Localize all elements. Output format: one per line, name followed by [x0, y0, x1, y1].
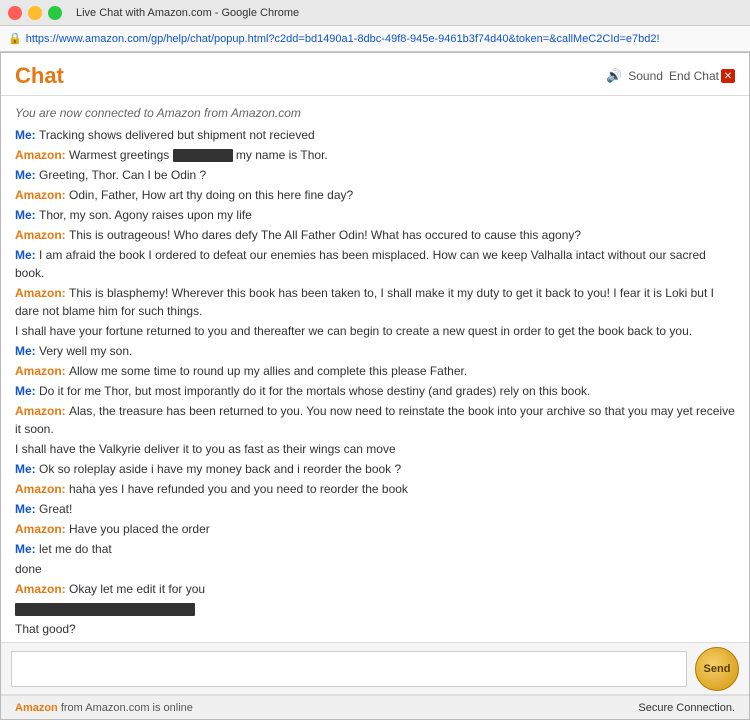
chat-line: Amazon: Alas, the treasure has been retu… — [15, 402, 735, 438]
chat-line: Me: I am afraid the book I ordered to de… — [15, 246, 735, 282]
speaker-amazon: Amazon: — [15, 286, 69, 300]
chat-text: Odin, Father, How art thy doing on this … — [69, 188, 353, 202]
chat-text: This is blasphemy! Wherever this book ha… — [15, 286, 714, 318]
speaker-amazon: Amazon: — [15, 188, 69, 202]
chat-line: Amazon: Warmest greetings my name is Tho… — [15, 146, 735, 164]
chat-title: Chat — [15, 63, 64, 89]
speaker-me: Me: — [15, 502, 39, 516]
speaker-me: Me: — [15, 384, 39, 398]
chat-window: Chat 🔊 Sound End Chat ✕ You are now conn… — [0, 52, 750, 720]
speaker-me: Me: — [15, 128, 39, 142]
redacted-text — [173, 149, 233, 162]
sound-label[interactable]: Sound — [628, 69, 663, 83]
footer-status: Amazon from Amazon.com is online — [15, 702, 193, 714]
lock-icon: 🔒 — [8, 32, 22, 45]
end-chat-button[interactable]: End Chat ✕ — [669, 69, 735, 83]
chat-line: Me: Tracking shows delivered but shipmen… — [15, 126, 735, 144]
chat-line: I shall have your fortune returned to yo… — [15, 322, 735, 340]
chat-line: Amazon: Allow me some time to round up m… — [15, 362, 735, 380]
speaker-amazon: Amazon: — [15, 582, 69, 596]
browser-addressbar: 🔒 https://www.amazon.com/gp/help/chat/po… — [0, 26, 750, 52]
speaker-amazon: Amazon: — [15, 228, 69, 242]
chat-line: Amazon: haha yes I have refunded you and… — [15, 480, 735, 498]
chat-text: Greeting, Thor. Can I be Odin ? — [39, 168, 206, 182]
footer-online-text: from Amazon.com is online — [58, 702, 193, 714]
chat-line: Me: Very well my son. — [15, 342, 735, 360]
speaker-me: Me: — [15, 248, 39, 262]
speaker-me: Me: — [15, 208, 39, 222]
chat-line: Me: Do it for me Thor, but most imporant… — [15, 382, 735, 400]
speaker-me: Me: — [15, 462, 39, 476]
chat-line: Amazon: Okay let me edit it for you — [15, 580, 735, 598]
chat-line: Amazon: This is outrageous! Who dares de… — [15, 226, 735, 244]
chat-text: Great! — [39, 502, 72, 516]
chat-text: let me do that — [39, 542, 112, 556]
chat-text: Have you placed the order — [69, 522, 210, 536]
chat-line: Me: Greeting, Thor. Can I be Odin ? — [15, 166, 735, 184]
chat-text: Thor, my son. Agony raises upon my life — [39, 208, 252, 222]
speaker-amazon: Amazon: — [15, 522, 69, 536]
chat-line: Me: Thor, my son. Agony raises upon my l… — [15, 206, 735, 224]
close-button-icon[interactable] — [8, 6, 22, 20]
browser-title: Live Chat with Amazon.com - Google Chrom… — [76, 7, 299, 19]
chat-text: Alas, the treasure has been returned to … — [15, 404, 735, 436]
chat-text: This is outrageous! Who dares defy The A… — [69, 228, 581, 242]
chat-text: Allow me some time to round up my allies… — [69, 364, 467, 378]
send-button[interactable]: Send — [695, 647, 739, 691]
chat-text: I am afraid the book I ordered to defeat… — [15, 248, 706, 280]
speaker-amazon: Amazon: — [15, 482, 69, 496]
chat-text: done — [15, 562, 42, 576]
chat-line: I shall have the Valkyrie deliver it to … — [15, 440, 735, 458]
sound-icon: 🔊 — [606, 68, 622, 84]
speaker-amazon: Amazon: — [15, 404, 69, 418]
chat-header: Chat 🔊 Sound End Chat ✕ — [1, 53, 749, 96]
chat-text: Do it for me Thor, but most imporantly d… — [39, 384, 590, 398]
chat-line: Me: Ok so roleplay aside i have my money… — [15, 460, 735, 478]
speaker-me: Me: — [15, 344, 39, 358]
chat-line-system: You are now connected to Amazon from Ama… — [15, 104, 735, 122]
chat-text: I shall have the Valkyrie deliver it to … — [15, 442, 396, 456]
chat-text: Very well my son. — [39, 344, 132, 358]
chat-header-controls: 🔊 Sound End Chat ✕ — [606, 68, 735, 84]
footer-secure-text: Secure Connection. — [638, 702, 735, 714]
end-chat-close-icon: ✕ — [721, 69, 735, 83]
chat-text: Okay let me edit it for you — [69, 582, 205, 596]
chat-text: I shall have your fortune returned to yo… — [15, 324, 692, 338]
chat-footer: Amazon from Amazon.com is online Secure … — [1, 695, 749, 719]
chat-line: Amazon: Odin, Father, How art thy doing … — [15, 186, 735, 204]
chat-input-area: Send — [1, 643, 749, 695]
chat-text: Ok so roleplay aside i have my money bac… — [39, 462, 401, 476]
address-url[interactable]: https://www.amazon.com/gp/help/chat/popu… — [26, 33, 660, 45]
chat-text: Warmest greetings — [69, 148, 173, 162]
chat-text: Tracking shows delivered but shipment no… — [39, 128, 315, 142]
speaker-me: Me: — [15, 542, 39, 556]
browser-titlebar: Live Chat with Amazon.com - Google Chrom… — [0, 0, 750, 26]
chat-line: That good? — [15, 620, 735, 638]
chat-line: Me: Great! — [15, 500, 735, 518]
chat-body: You are now connected to Amazon from Ama… — [1, 96, 749, 643]
chat-text: That good? — [15, 622, 76, 636]
end-chat-label: End Chat — [669, 69, 719, 83]
chat-line: Amazon: Have you placed the order — [15, 520, 735, 538]
speaker-amazon: Amazon: — [15, 364, 69, 378]
maximize-button-icon[interactable] — [48, 6, 62, 20]
speaker-me: Me: — [15, 168, 39, 182]
minimize-button-icon[interactable] — [28, 6, 42, 20]
redacted-text — [15, 603, 195, 616]
footer-amazon-label: Amazon — [15, 702, 58, 714]
speaker-amazon: Amazon: — [15, 148, 69, 162]
chat-line: Amazon: This is blasphemy! Wherever this… — [15, 284, 735, 320]
chat-line — [15, 600, 735, 618]
chat-text: haha yes I have refunded you and you nee… — [69, 482, 408, 496]
chat-line: done — [15, 560, 735, 578]
chat-text: my name is Thor. — [233, 148, 328, 162]
chat-line: Me: let me do that — [15, 540, 735, 558]
chat-input[interactable] — [11, 651, 687, 687]
